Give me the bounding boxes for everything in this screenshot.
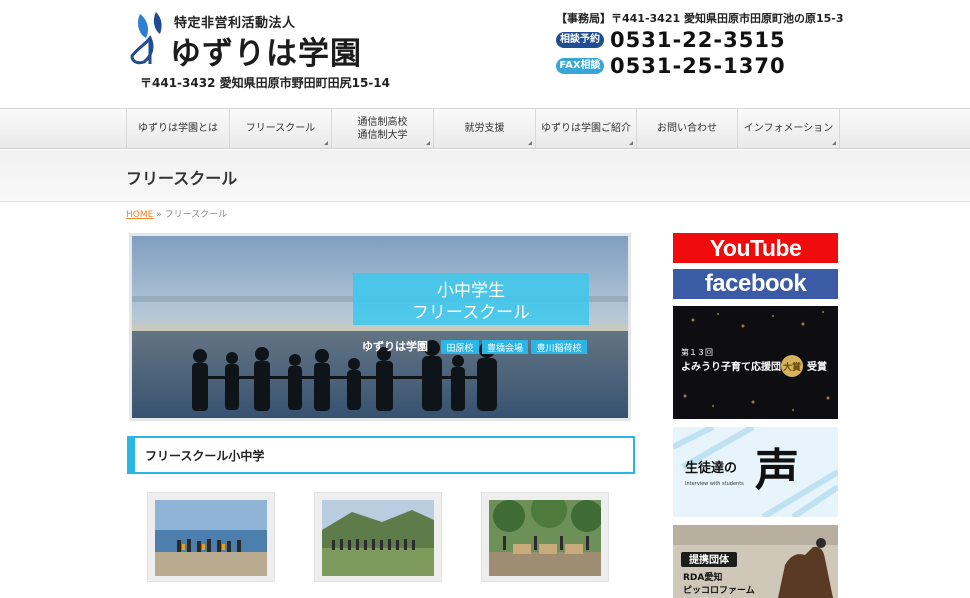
voice-prefix: 生徒達の — [685, 460, 737, 476]
submenu-indicator-icon — [629, 141, 633, 145]
global-nav: ゆずりは学園とは フリースクール 通信制高校 通信制大学 就労支援 ゆずりは学園ご… — [0, 108, 970, 149]
award-suffix: 受賞 — [807, 360, 827, 373]
nav-label: 就労支援 — [464, 123, 505, 134]
site-logo[interactable]: 特定非営利活動法人 ゆずりは学園 — [126, 8, 386, 72]
consult-phone-number[interactable]: 0531-22-3515 — [610, 28, 786, 52]
fax-phone-number[interactable]: 0531-25-1370 — [610, 54, 786, 78]
fax-badge: FAX相談 — [556, 58, 604, 74]
office-address: 【事務局】〒441-3421 愛知県田原市田原町池の原15-3 — [556, 12, 844, 25]
nav-label: ゆずりは学園とは — [138, 123, 218, 134]
hero-school-toyohashi: 豊橋会場 — [487, 342, 523, 354]
nav-item-information[interactable]: インフォメーション — [738, 109, 840, 148]
rda-partner-banner[interactable]: 提携団体 RDA愛知 ピッコロファーム — [673, 525, 838, 598]
submenu-indicator-icon — [324, 141, 328, 145]
submenu-indicator-icon — [528, 141, 532, 145]
nav-item-employment[interactable]: 就労支援 — [434, 109, 536, 148]
rda-line1: RDA愛知 — [683, 571, 722, 583]
logo-leaf-icon — [130, 12, 162, 65]
nav-item-free-school[interactable]: フリースクール — [230, 109, 332, 148]
nav-label: インフォメーション — [743, 123, 834, 134]
nav-item-introduction[interactable]: ゆずりは学園ご紹介 — [536, 109, 637, 148]
section-heading: フリースクール小中学 — [127, 436, 635, 474]
school-address: 〒441-3432 愛知県田原市野田町田尻15-14 — [140, 76, 390, 90]
hero-image: 小中学生 フリースクール ゆずりは学園 田原校 豊橋会場 豊川稲荷校 — [132, 236, 628, 418]
hero-school-tahara: 田原校 — [446, 342, 473, 354]
award-badge-text: 大賞 — [783, 361, 801, 373]
award-title: よみうり子育て応援団 — [681, 360, 781, 373]
page-title-band: フリースクール — [0, 150, 970, 202]
nav-item-about[interactable]: ゆずりは学園とは — [127, 109, 230, 148]
consult-badge: 相談予約 — [556, 32, 604, 48]
photo-image — [322, 500, 434, 576]
rda-line2: ピッコロファーム — [683, 584, 755, 596]
page-title: フリースクール — [126, 169, 238, 188]
student-voice-image: 生徒達の 声 Interview with students — [673, 427, 838, 517]
photo-image — [489, 500, 601, 576]
submenu-indicator-icon — [832, 141, 836, 145]
photo-image — [155, 500, 267, 576]
logo-title: ゆずりは学園 — [170, 36, 362, 72]
rda-image: 提携団体 RDA愛知 ピッコロファーム — [673, 525, 838, 598]
award-banner[interactable]: 第１３回 よみうり子育て応援団 大賞 受賞 — [673, 306, 838, 419]
section-heading-text: フリースクール小中学 — [145, 449, 265, 463]
breadcrumb-current: フリースクール — [164, 210, 228, 220]
phone-row-fax: FAX相談 0531-25-1370 — [556, 54, 846, 78]
hero-school-toyokawa: 豊川稲荷校 — [536, 342, 581, 354]
nav-item-contact[interactable]: お問い合わせ — [637, 109, 738, 148]
nav-label: 通信制高校 通信制大学 — [357, 116, 408, 141]
nav-label: フリースクール — [245, 123, 316, 134]
nav-label: お問い合わせ — [657, 123, 717, 134]
hero-line2: フリースクール — [412, 303, 530, 323]
hero-brand: ゆずりは学園 — [362, 339, 428, 353]
student-voice-banner[interactable]: 生徒達の 声 Interview with students — [673, 427, 838, 517]
rda-badge: 提携団体 — [689, 553, 730, 566]
contact-block: 【事務局】〒441-3421 愛知県田原市田原町池の原15-3 相談予約 053… — [556, 10, 846, 78]
hero-banner: 小中学生 フリースクール ゆずりは学園 田原校 豊橋会場 豊川稲荷校 — [129, 233, 631, 421]
nav-item-correspondence[interactable]: 通信制高校 通信制大学 — [332, 109, 434, 148]
voice-subtitle: Interview with students — [685, 481, 744, 487]
breadcrumb: HOME » フリースクール — [126, 207, 227, 220]
photo-thumbnail-hillside[interactable] — [314, 492, 442, 582]
voice-kanji: 声 — [755, 445, 799, 496]
photo-thumbnail-forest[interactable] — [481, 492, 609, 582]
site-header: 特定非営利活動法人 ゆずりは学園 〒441-3432 愛知県田原市野田町田尻15… — [0, 0, 970, 108]
photo-thumbnail-beach[interactable] — [147, 492, 275, 582]
award-image: 第１３回 よみうり子育て応援団 大賞 受賞 — [681, 311, 830, 411]
breadcrumb-home-link[interactable]: HOME — [126, 210, 153, 220]
facebook-banner[interactable]: facebook — [673, 269, 838, 299]
youtube-banner[interactable]: YouTube — [673, 233, 838, 263]
hero-line1: 小中学生 — [437, 281, 505, 301]
nav-label: ゆずりは学園ご紹介 — [541, 123, 631, 134]
breadcrumb-separator: » — [156, 210, 162, 220]
phone-row-consult: 相談予約 0531-22-3515 — [556, 28, 846, 52]
award-edition: 第１３回 — [681, 347, 713, 357]
submenu-indicator-icon — [426, 141, 430, 145]
